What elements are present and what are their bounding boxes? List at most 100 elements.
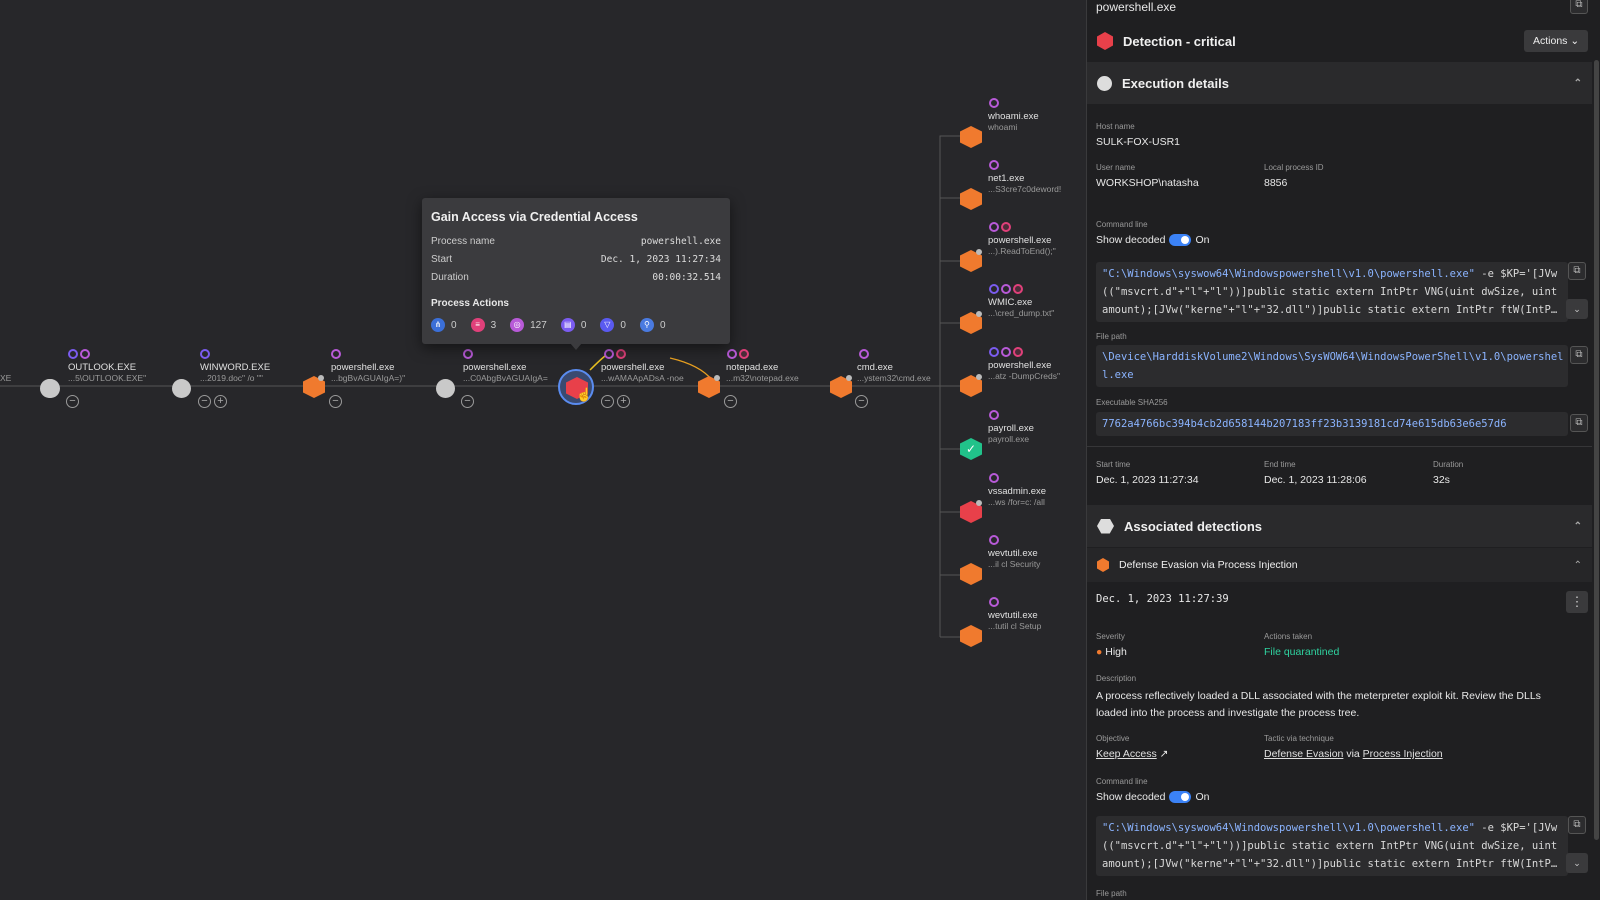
start-value: Dec. 1, 2023 11:27:34 [1096,474,1199,486]
collapse-icon[interactable]: − [855,395,868,408]
node-label-e: XE [0,373,12,383]
command-line-box-2[interactable]: "C:\Windows\syswow64\Windowspowershell\v… [1096,816,1568,876]
node-pin [976,374,982,380]
node-pin [318,375,324,381]
associated-detections-header[interactable]: Associated detections ⌃ [1087,505,1592,547]
tooltip-title: Gain Access via Credential Access [431,210,638,224]
sha-box[interactable]: 7762a4766bc394b4cb2d658144b207183ff23b31… [1096,412,1568,436]
objective-label: Objective [1096,734,1130,743]
node-badges [989,597,999,607]
scrollbar[interactable] [1594,60,1599,840]
severity-label: Severity [1096,632,1125,641]
module-icon: ▤ [560,318,575,332]
chevron-up-icon[interactable]: ⌃ [1574,521,1582,532]
node-badges [604,349,626,359]
node-badges [989,535,999,545]
chevron-down-icon: ⌄ [1570,35,1580,47]
collapse-icon[interactable]: − [329,395,342,408]
node-label-powershell-2: powershell.exe ...C0AbgBvAGUAIgA= [463,362,548,383]
collapse-icon[interactable]: − [724,395,737,408]
copy-icon[interactable]: ⧉ [1570,414,1588,432]
node-badges [727,349,749,359]
show-decoded-toggle[interactable] [1169,791,1192,804]
graph-edges [0,135,975,638]
node-badges [200,349,210,359]
node-label-wevtutil-1: wevtutil.exe ...il cl Security [988,548,1041,569]
node-label-notepad: notepad.exe ...m32\notepad.exe [726,362,799,383]
node-label-net1: net1.exe ...S3cre7c0deword! [988,173,1062,194]
tooltip-row: Process name powershell.exe [431,236,721,247]
expand-icon[interactable]: + [214,395,227,408]
description-label: Description [1096,674,1137,683]
tactic-link[interactable]: Defense Evasion [1264,748,1343,760]
process-tree-graph[interactable]: XE OUTLOOK.EXE ...5\OUTLOOK.EXE" − WINWOR… [0,0,1086,900]
tactic-label: Tactic via technique [1264,734,1334,743]
more-options-icon[interactable]: ⋮ [1566,591,1588,613]
detections-icon [1097,518,1114,534]
detection-item-header[interactable]: Defense Evasion via Process Injection ⌃ [1087,548,1592,582]
via-text: via [1346,748,1360,760]
show-decoded-toggle[interactable] [1169,234,1192,247]
node-pin [846,375,852,381]
copy-icon[interactable]: ⧉ [1570,346,1588,364]
technique-link[interactable]: Process Injection [1363,748,1443,760]
actions-taken-label: Actions taken [1264,632,1313,641]
file-path-label: File path [1096,332,1127,341]
node-label-payroll: payroll.exe payroll.exe [988,423,1034,444]
expand-chevron-icon[interactable]: ⌄ [1566,853,1588,873]
node-label-cmd: cmd.exe ...ystem32\cmd.exe [857,362,931,383]
sha-label: Executable SHA256 [1096,398,1168,407]
actions-button[interactable]: Actions ⌄ [1524,30,1589,52]
execution-details-header[interactable]: Execution details ⌃ [1087,62,1592,104]
start-label: Start time [1096,460,1131,469]
node-pin [714,375,720,381]
node-label-wevtutil-2: wevtutil.exe ...tutil cl Setup [988,610,1042,631]
node-badges [989,284,1023,294]
severity-value: High [1105,646,1127,658]
process-node-winword[interactable] [172,379,191,398]
node-pin [976,249,982,255]
toggle-state: On [1195,234,1210,246]
node-label-whoami: whoami.exe whoami [988,111,1039,132]
chevron-up-icon[interactable]: ⌃ [1574,560,1582,571]
node-badges [989,473,999,483]
chevron-up-icon[interactable]: ⌃ [1574,78,1582,89]
node-label-outlook: OUTLOOK.EXE ...5\OUTLOOK.EXE" [68,362,147,383]
duration-label: Duration [1433,460,1464,469]
node-label-powershell-1: powershell.exe ...bgBvAGUAIgA=)" [331,362,406,383]
node-badges [463,349,473,359]
user-value: WORKSHOP\natasha [1096,177,1199,189]
external-link-icon[interactable]: ↗ [1160,748,1169,760]
show-decoded-label: Show decoded [1096,234,1166,246]
popout-icon[interactable]: ⧉ [1570,0,1588,14]
command-line-box[interactable]: "C:\Windows\syswow64\Windowspowershell\v… [1096,262,1568,322]
network-icon: ⋔ [431,318,445,332]
duration-value: 32s [1433,474,1450,486]
cmd-label: Command line [1096,220,1148,229]
copy-icon[interactable]: ⧉ [1568,816,1586,834]
node-label-winword: WINWORD.EXE ...2019.doc" /o "" [200,362,271,383]
dns-icon: ⚲ [639,318,654,332]
node-label-wmic: WMIC.exe ...\cred_dump.txt" [988,297,1055,318]
end-value: Dec. 1, 2023 11:28:06 [1264,474,1367,486]
process-actions: ⋔ 0 ≡ 3 ◎ 127 ▤ 0 ▽ 0 ⚲ 0 [431,318,721,332]
file-icon: ◎ [510,318,525,332]
collapse-icon[interactable]: − [461,395,474,408]
file-path-box[interactable]: \Device\HarddiskVolume2\Windows\SysWOW64… [1096,345,1568,387]
high-hex-icon [1097,558,1109,572]
tooltip-row: Duration 00:00:32.514 [431,272,721,283]
tooltip-arrow [570,343,582,350]
expand-chevron-icon[interactable]: ⌄ [1566,299,1588,319]
node-badges [859,349,869,359]
expand-icon[interactable]: + [617,395,630,408]
collapse-icon[interactable]: − [198,395,211,408]
panel-title: powershell.exe [1087,0,1600,20]
process-node-outlook[interactable] [40,379,59,398]
collapse-icon[interactable]: − [66,395,79,408]
node-badges [989,347,1023,357]
copy-icon[interactable]: ⧉ [1568,262,1586,280]
collapse-icon[interactable]: − [601,395,614,408]
objective-link[interactable]: Keep Access [1096,748,1157,760]
process-node-powershell-2[interactable] [436,379,455,398]
details-panel: powershell.exe ⧉ Detection - critical Ac… [1086,0,1600,900]
